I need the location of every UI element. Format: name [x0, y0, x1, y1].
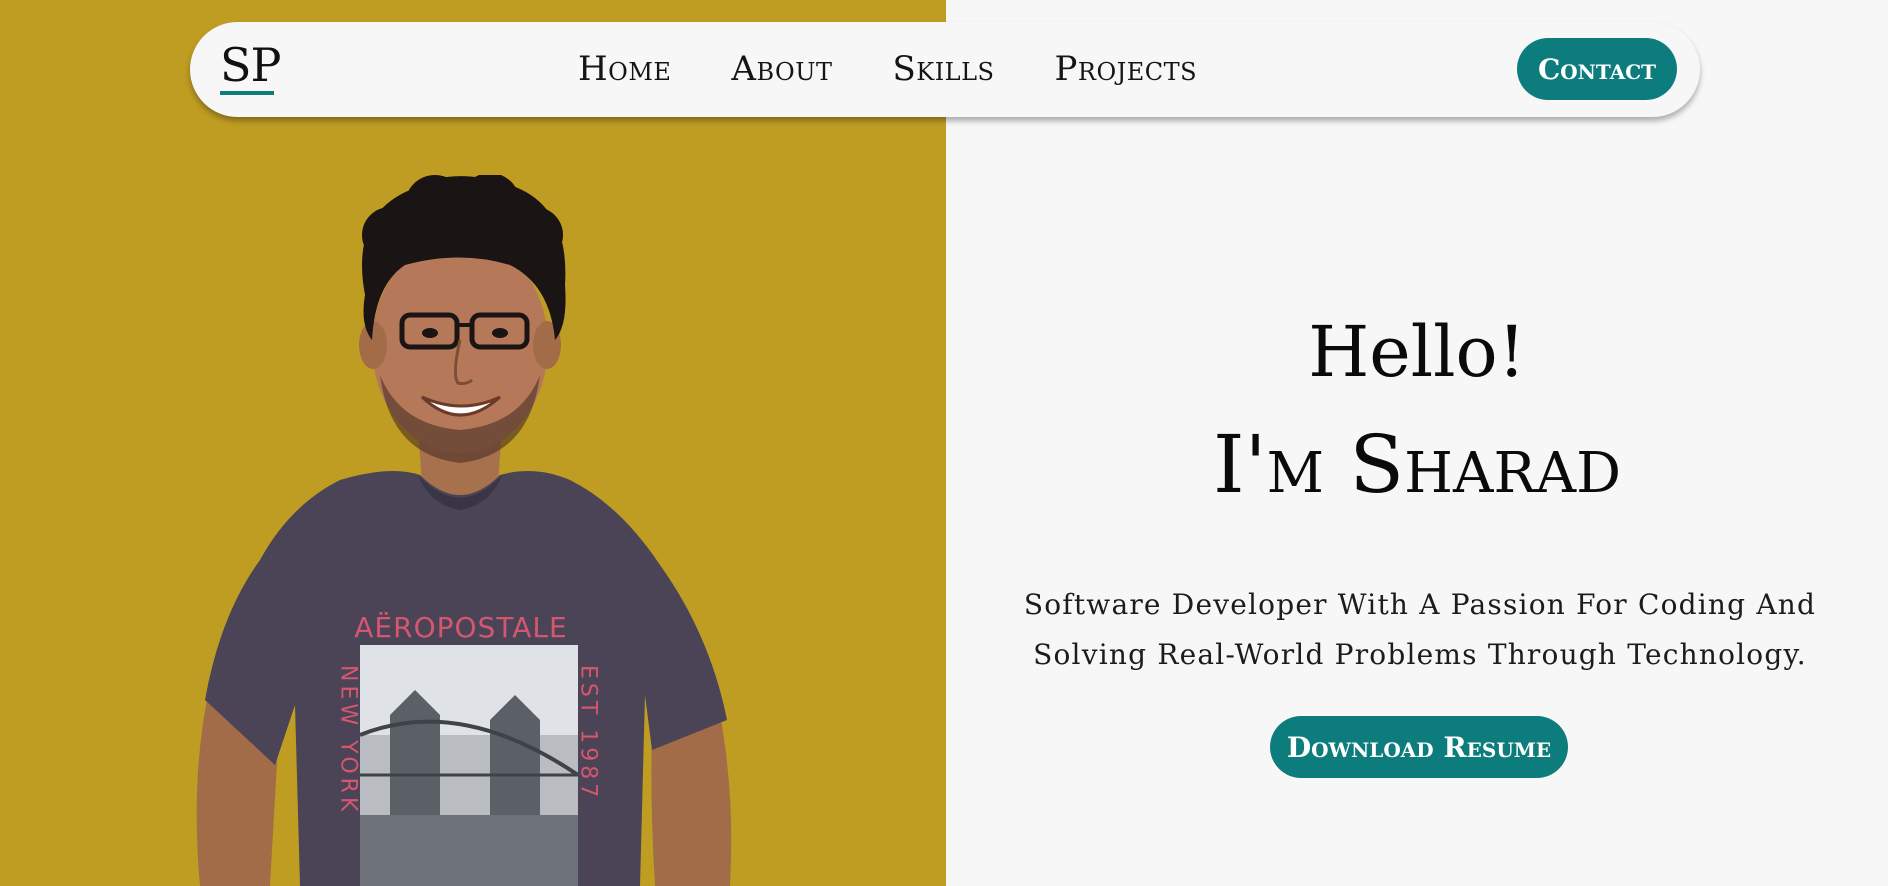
- navbar: SP Home About Skills Projects Contact: [190, 22, 1700, 117]
- profile-photo: AËROPOSTALE NEW YORK EST 1987: [196, 175, 732, 886]
- nav-links: Home About Skills Projects: [578, 47, 1257, 91]
- logo-underline: [220, 91, 274, 95]
- nav-link-about[interactable]: About: [731, 47, 832, 91]
- nav-link-projects[interactable]: Projects: [1055, 47, 1198, 91]
- nav-link-skills[interactable]: Skills: [892, 47, 994, 91]
- shirt-left-text: NEW YORK: [336, 665, 361, 815]
- hero-name: I'm Sharad: [1213, 418, 1621, 511]
- shirt-right-text: EST 1987: [576, 665, 601, 801]
- hero-tagline: Software Developer With A Passion For Co…: [1005, 580, 1835, 680]
- site-logo[interactable]: SP: [220, 40, 281, 90]
- hero-greeting: Hello!: [1308, 311, 1526, 393]
- hero-tagline-line1: Software Developer With A Passion For Co…: [1023, 588, 1817, 621]
- download-resume-button[interactable]: Download Resume: [1270, 716, 1568, 778]
- contact-button[interactable]: Contact: [1517, 38, 1677, 100]
- shirt-brand-text: AËROPOSTALE: [354, 611, 567, 644]
- nav-link-home[interactable]: Home: [578, 47, 671, 91]
- hero-tagline-line2: Solving Real-World Problems Through Tech…: [1033, 638, 1807, 671]
